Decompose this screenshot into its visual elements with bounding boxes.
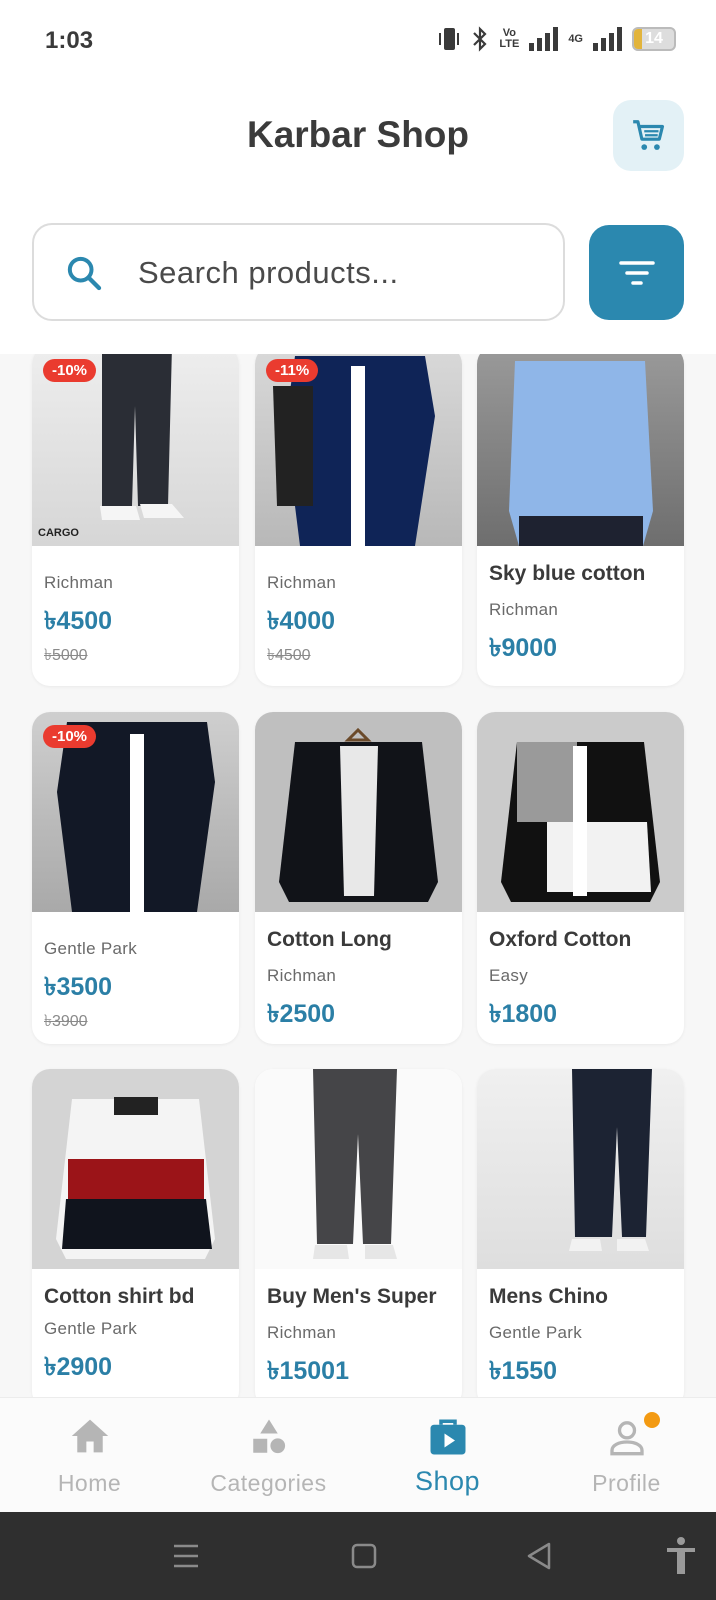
product-brand: Richman (267, 966, 337, 985)
product-card[interactable]: Buy Men's Super Richman ৳15001 (255, 1069, 462, 1397)
product-card[interactable]: -11% Richman ৳4000 ৳4500 (255, 354, 462, 686)
product-image (477, 354, 684, 546)
page-title: Karbar Shop (246, 114, 470, 155)
svg-text:CARGO: CARGO (38, 527, 79, 539)
status-icons: Vo LTE 4G 14 (437, 26, 676, 52)
bluetooth-icon (473, 26, 487, 52)
product-brand: Gentle Park (44, 1319, 138, 1338)
signal-strength-icon (529, 27, 559, 51)
shop-icon (430, 1419, 465, 1455)
product-card[interactable]: Cotton Long Richman ৳2500 (255, 712, 462, 1044)
product-price: ৳4500 (44, 607, 113, 635)
categories-icon (252, 1419, 285, 1454)
search-box[interactable] (32, 223, 565, 321)
product-old-price: ৳3900 (44, 1013, 88, 1030)
product-brand: Richman (489, 600, 559, 619)
nav-item-home[interactable]: Home (0, 1398, 179, 1513)
product-title: Cotton Long (267, 928, 392, 951)
product-image: -10% (32, 712, 239, 912)
discount-badge: -10% (43, 359, 97, 382)
product-price: ৳2900 (44, 1353, 113, 1381)
home-icon (71, 1419, 108, 1453)
search-input[interactable] (138, 249, 538, 297)
product-title: Mens Chino (489, 1285, 608, 1308)
nav-item-shop[interactable]: Shop (358, 1398, 537, 1513)
product-image: CARGO -10% (32, 354, 239, 546)
product-grid[interactable]: CARGO -10% Richman ৳4500 ৳5000 -11% Rich… (0, 354, 716, 1397)
product-price: ৳9000 (489, 634, 558, 662)
nav-label-home: Home (57, 1470, 122, 1496)
network-type-indicator: 4G (568, 32, 583, 45)
product-image: -11% (255, 354, 462, 546)
system-navigation-bar (0, 1512, 716, 1600)
volte-indicator: Vo LTE (499, 27, 520, 50)
product-brand: Richman (267, 1323, 337, 1342)
home-button-icon[interactable] (350, 1536, 378, 1576)
product-card[interactable]: -10% Gentle Park ৳3500 ৳3900 (32, 712, 239, 1044)
product-image (255, 1069, 462, 1269)
product-price: ৳15001 (267, 1357, 349, 1385)
product-card[interactable]: Sky blue cotton Richman ৳9000 (477, 354, 684, 686)
accessibility-icon[interactable] (664, 1536, 698, 1576)
nav-label-shop: Shop (414, 1466, 481, 1496)
product-brand: Richman (44, 573, 114, 592)
recent-apps-icon[interactable] (172, 1536, 200, 1576)
battery-icon: 14 (632, 27, 676, 51)
nav-item-categories[interactable]: Categories (179, 1398, 358, 1513)
product-card[interactable]: CARGO -10% Richman ৳4500 ৳5000 (32, 354, 239, 686)
notification-dot (644, 1412, 660, 1428)
product-brand: Gentle Park (44, 939, 138, 958)
signal-strength-2-icon (593, 27, 622, 51)
product-card[interactable]: Mens Chino Gentle Park ৳1550 (477, 1069, 684, 1397)
product-card[interactable]: Oxford Cotton Easy ৳1800 (477, 712, 684, 1044)
nav-item-profile[interactable]: Profile (537, 1398, 716, 1513)
product-price: ৳4000 (267, 607, 336, 635)
nav-label-profile: Profile (592, 1470, 661, 1496)
back-icon[interactable] (525, 1536, 553, 1576)
product-old-price: ৳4500 (267, 647, 311, 664)
product-title: Cotton shirt bd (44, 1285, 195, 1308)
status-bar: 1:03 Vo LTE 4G 14 (0, 0, 716, 80)
discount-badge: -10% (43, 725, 97, 748)
product-price: ৳1800 (489, 1000, 558, 1028)
status-time: 1:03 (45, 27, 94, 54)
nav-label-categories: Categories (210, 1470, 327, 1496)
product-card[interactable]: Cotton shirt bd Gentle Park ৳2900 (32, 1069, 239, 1397)
product-image (32, 1069, 239, 1269)
bottom-navigation: Home Categories Shop Profile (0, 1397, 716, 1512)
product-brand: Easy (489, 966, 528, 985)
filter-button[interactable] (589, 225, 684, 320)
discount-badge: -11% (266, 359, 319, 382)
product-price: ৳1550 (489, 1357, 558, 1385)
product-title: Buy Men's Super (267, 1285, 437, 1308)
product-title: Sky blue cotton (489, 562, 646, 585)
vibrate-icon (439, 28, 460, 50)
profile-icon (609, 1421, 644, 1456)
product-old-price: ৳5000 (44, 647, 88, 664)
product-title: Oxford Cotton (489, 928, 632, 951)
cart-icon (632, 119, 664, 150)
battery-level: 14 (645, 30, 663, 47)
product-price: ৳3500 (44, 973, 113, 1001)
product-price: ৳2500 (267, 1000, 336, 1028)
product-brand: Richman (267, 573, 337, 592)
product-image (477, 712, 684, 912)
product-brand: Gentle Park (489, 1323, 583, 1342)
cart-button[interactable] (613, 100, 684, 171)
app-header: Karbar Shop (0, 80, 716, 210)
filter-icon (618, 260, 655, 285)
search-icon (67, 256, 102, 291)
product-image (255, 712, 462, 912)
product-image (477, 1069, 684, 1269)
